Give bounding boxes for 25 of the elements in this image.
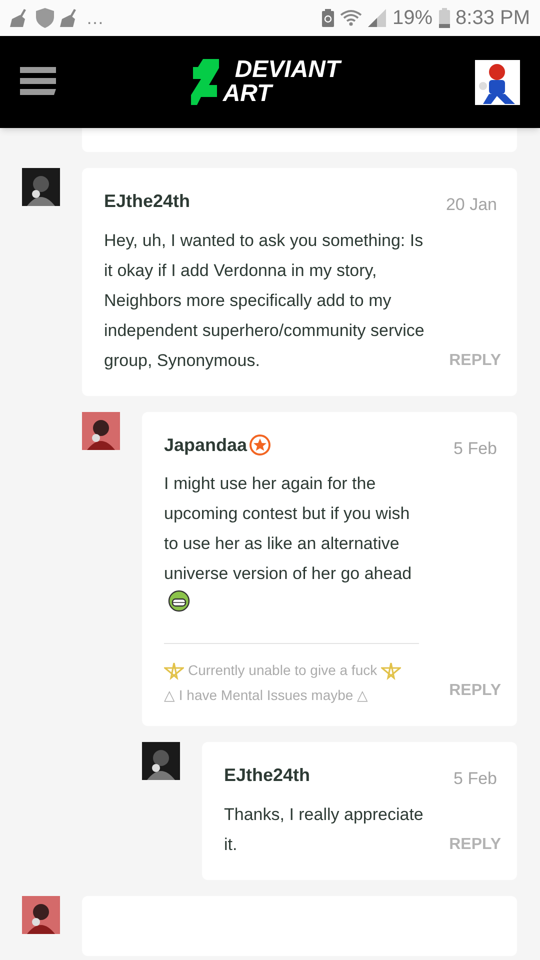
- signature-text: △ I have Mental Issues maybe △: [164, 686, 370, 705]
- battery-saver-icon: [322, 9, 334, 27]
- battery-icon: [438, 8, 450, 28]
- pentagram-icon: [164, 662, 184, 680]
- comment-author[interactable]: EJthe24th: [104, 188, 190, 215]
- comment-text: Hey, uh, I wanted to ask you something: Is it okay if I add Verdonna in my story, Neighbors more specifically add to my independent superhero/community service group, Synonymous.: [104, 230, 424, 370]
- pentagram-icon: [381, 662, 402, 680]
- deviantart-logo-icon: [190, 59, 219, 105]
- comment-date: 5 Feb: [454, 438, 497, 460]
- comment-date: 5 Feb: [454, 768, 497, 790]
- comment-text: I might use her again for the upcoming contest but if you wish to use her as like an alternative universe version of her go ahead: [164, 474, 412, 583]
- wifi-icon: [340, 9, 362, 27]
- shield-icon: [36, 8, 54, 28]
- battery-percent: 19%: [392, 6, 433, 31]
- clock-time: 8:33 PM: [456, 6, 530, 31]
- logo-text: DEVIANT: [234, 58, 340, 82]
- comment-date: 20 Jan: [446, 194, 497, 216]
- signature-text: Currently unable to give a fuck: [188, 661, 378, 680]
- comment-author[interactable]: EJthe24th: [224, 762, 310, 789]
- comment-author[interactable]: Japandaa: [164, 432, 248, 458]
- comment-text: Thanks, I really appreciate it.: [224, 804, 424, 854]
- signal-icon: [368, 9, 386, 27]
- more-notifications-text: …: [86, 6, 104, 30]
- menu-icon[interactable]: [20, 67, 56, 97]
- logo-text: ART: [222, 82, 274, 106]
